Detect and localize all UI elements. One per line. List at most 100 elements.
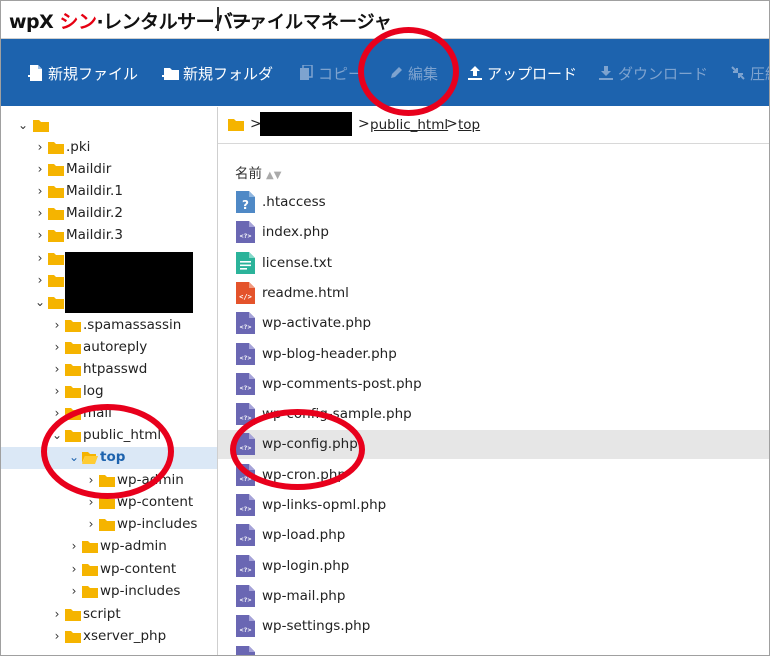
chevron-right-icon[interactable]: › [34,184,46,198]
file-row[interactable]: ? .htaccess [218,188,769,217]
file-row[interactable]: <?> wp-mail.php [218,582,769,611]
tree-item-mail[interactable]: › mail [1,403,217,425]
tree-item-maildir-1[interactable]: › Maildir.1 [1,181,217,203]
tree-item-htpasswd[interactable]: › htpasswd [1,359,217,381]
file-name: wp-config-sample.php [262,406,412,423]
chevron-right-icon[interactable]: › [34,251,46,265]
file-row[interactable]: <?> wp-comments-post.php [218,370,769,399]
tree-item-label: wp-content [117,494,194,510]
chevron-right-icon[interactable]: › [34,206,46,220]
folder-icon [65,364,81,376]
new-folder-button[interactable]: 新規フォルダ [162,63,273,83]
chevron-down-icon[interactable]: ⌄ [51,428,63,442]
folder-icon [82,586,98,598]
tree-item-label: autoreply [83,339,148,355]
svg-text:<?>: <?> [240,354,252,362]
breadcrumb: > > public_html > top [218,107,769,144]
file-row[interactable]: <?> index.php [218,218,769,247]
folder-icon [65,631,81,643]
tree-item-top-wp-includes[interactable]: › wp-includes [1,514,217,536]
tree-item-label: xserver_php [83,628,167,644]
tree-item-root[interactable]: ⌄ [1,115,217,137]
tree-item-spamassassin[interactable]: › .spamassassin [1,315,217,337]
edit-button[interactable]: 編集 [387,63,438,83]
file-row[interactable]: <?> wp-blog-header.php [218,340,769,369]
tree-item-top[interactable]: ⌄ top [1,447,217,469]
tree-item-maildir[interactable]: › Maildir [1,159,217,181]
file-row[interactable]: <?> wp-cron.php [218,461,769,490]
tree-item-log[interactable]: › log [1,381,217,403]
folder-icon [48,186,64,198]
chevron-right-icon[interactable]: › [51,384,63,398]
new-file-button[interactable]: 新規ファイル [27,63,138,83]
folder-icon [48,208,64,220]
folder-icon [48,253,64,265]
chevron-down-icon[interactable]: ⌄ [68,450,80,464]
chevron-right-icon[interactable]: › [85,517,97,531]
chevron-right-icon[interactable]: › [51,406,63,420]
tree-item-public-html[interactable]: ⌄ public_html [1,425,217,447]
tree-item-wp-admin[interactable]: › wp-admin [1,536,217,558]
file-row[interactable]: <?> wp-settings.php [218,612,769,641]
breadcrumb-top[interactable]: top [458,117,480,133]
folder-icon[interactable] [228,118,244,131]
chevron-right-icon[interactable]: › [34,162,46,176]
upload-button[interactable]: アップロード [466,63,577,83]
download-icon [597,64,615,82]
tree-item-pki[interactable]: › .pki [1,137,217,159]
logo-rental: ·レンタルサーバー [96,11,251,33]
tree-item-wp-includes[interactable]: › wp-includes [1,581,217,603]
tree-item-label: Maildir.2 [66,205,123,221]
folder-icon [48,297,64,309]
tree-item-autoreply[interactable]: › autoreply [1,337,217,359]
title-divider [217,7,219,31]
svg-text:<?>: <?> [240,384,252,392]
tree-item-top-wp-content[interactable]: › wp-content [1,492,217,514]
toolbar: 新規ファイル 新規フォルダ コピー 編集 アップロード ダウンロード 圧縮 [1,39,769,106]
compress-button[interactable]: 圧縮 [729,63,769,83]
breadcrumb-public-html[interactable]: public_html [370,117,448,133]
chevron-right-icon[interactable]: › [85,495,97,509]
chevron-right-icon[interactable]: › [51,362,63,376]
tree-item-xserver-php[interactable]: › xserver_php [1,626,217,648]
tree-item-top-wp-admin[interactable]: › wp-admin [1,470,217,492]
chevron-right-icon[interactable]: › [51,607,63,621]
file-row[interactable]: <?> wp-links-opml.php [218,491,769,520]
file-row[interactable]: <?> wp-login.php [218,552,769,581]
file-row[interactable]: <?> wp-activate.php [218,309,769,338]
file-row[interactable]: <?> wp-load.php [218,521,769,550]
chevron-right-icon[interactable]: › [51,318,63,332]
chevron-right-icon[interactable]: › [85,473,97,487]
svg-text:<?>: <?> [240,475,252,483]
download-button[interactable]: ダウンロード [597,63,708,83]
chevron-right-icon[interactable]: › [68,539,80,553]
folder-icon [65,430,81,442]
file-row[interactable]: <?> wp-config.php [218,430,769,460]
chevron-right-icon[interactable]: › [34,273,46,287]
file-row[interactable]: </> readme.html [218,279,769,308]
php-file-icon: <?> [236,403,255,426]
tree-item-label: Maildir [66,161,112,177]
wpx-logo: wpX シン·レンタルサーバー [9,7,251,34]
tree-item-script[interactable]: › script [1,604,217,626]
chevron-right-icon[interactable]: › [51,340,63,354]
chevron-right-icon[interactable]: › [34,140,46,154]
php-file-icon: <?> [236,554,255,577]
chevron-down-icon[interactable]: ⌄ [34,295,46,309]
tree-item-maildir-3[interactable]: › Maildir.3 [1,225,217,247]
tree-item-maildir-2[interactable]: › Maildir.2 [1,203,217,225]
chevron-right-icon[interactable]: › [68,562,80,576]
file-row[interactable]: <?> wp-config-sample.php [218,400,769,429]
folder-icon [99,519,115,531]
folder-icon [99,475,115,487]
tree-item-label: Maildir.1 [66,183,123,199]
tree-item-wp-content[interactable]: › wp-content [1,559,217,581]
copy-button[interactable]: コピー [297,63,363,83]
name-column-header[interactable]: 名前 ▲▼ [235,162,281,182]
chevron-down-icon[interactable]: ⌄ [17,118,29,132]
chevron-right-icon[interactable]: › [68,584,80,598]
file-row[interactable]: license.txt [218,249,769,278]
chevron-right-icon[interactable]: › [34,228,46,242]
php-file-icon: <?> [236,645,255,655]
chevron-right-icon[interactable]: › [51,629,63,643]
